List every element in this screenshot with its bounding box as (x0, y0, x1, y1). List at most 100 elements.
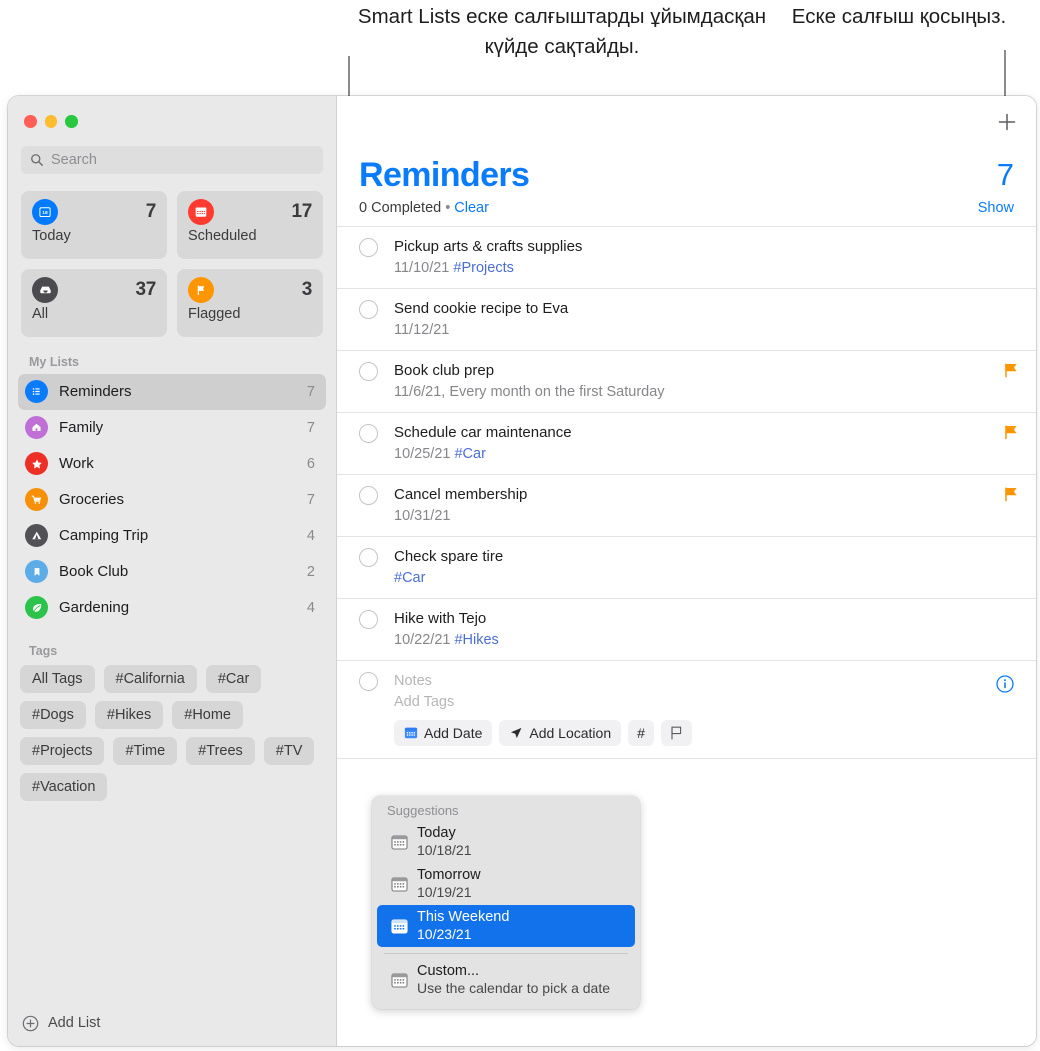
smart-list-all[interactable]: 37 All (21, 268, 167, 337)
reminder-date: 10/25/21 (394, 446, 451, 462)
reminder-checkbox[interactable] (359, 548, 378, 567)
sidebar-item-gardening[interactable]: Gardening 4 (18, 590, 326, 626)
calendar-icon (404, 727, 418, 739)
tag-chip-projects[interactable]: #Projects (20, 736, 105, 765)
reminder-meta: 11/12/21 (394, 320, 1018, 340)
bookmark-icon (25, 560, 48, 583)
sidebar-item-reminders[interactable]: Reminders 7 (18, 373, 326, 410)
reminder-checkbox[interactable] (359, 300, 378, 319)
suggestion-item-this-weekend[interactable]: This Weekend 10/23/21 (377, 905, 635, 947)
reminder-meta: #Car (394, 568, 1018, 588)
table-row[interactable]: Hike with Tejo 10/22/21 #Hikes (337, 599, 1036, 661)
table-row[interactable]: Book club prep 11/6/21, Every month on t… (337, 351, 1036, 413)
reminder-tag[interactable]: #Hikes (454, 632, 498, 648)
flag-button[interactable] (660, 720, 692, 746)
tag-chip-time[interactable]: #Time (113, 736, 178, 765)
reminder-checkbox[interactable] (359, 486, 378, 505)
table-row[interactable]: Pickup arts & crafts supplies 11/10/21 #… (337, 227, 1036, 289)
reminder-tag[interactable]: #Car (454, 446, 485, 462)
hash-icon: # (637, 725, 645, 741)
reminder-tag[interactable]: #Car (394, 570, 425, 586)
reminder-meta: 10/31/21 (394, 506, 1005, 526)
table-row[interactable]: Check spare tire #Car (337, 537, 1036, 599)
tag-chip-vacation[interactable]: #Vacation (20, 772, 108, 801)
smart-list-scheduled[interactable]: 17 Scheduled (177, 190, 323, 259)
list-subheader: 0 Completed • Clear Show (337, 194, 1036, 216)
reminder-checkbox[interactable] (359, 610, 378, 629)
sidebar-item-groceries[interactable]: Groceries 7 (18, 482, 326, 518)
notes-input[interactable]: Notes (394, 671, 1018, 692)
reminder-title: Book club prep (394, 362, 495, 379)
smart-list-today[interactable]: 18 7 Today (21, 190, 167, 259)
tag-chip-tv[interactable]: #TV (263, 736, 315, 765)
clear-completed-link[interactable]: Clear (454, 200, 489, 216)
info-circle-icon[interactable] (996, 675, 1014, 693)
smart-list-label: All (32, 305, 49, 322)
sidebar-item-count: 7 (306, 383, 315, 400)
add-location-label: Add Location (529, 725, 612, 741)
sidebar-item-count: 7 (306, 419, 315, 436)
add-list-button[interactable]: Add List (8, 1000, 336, 1046)
suggestion-item-tomorrow[interactable]: Tomorrow 10/19/21 (377, 863, 635, 905)
sidebar-item-camping-trip[interactable]: Camping Trip 4 (18, 518, 326, 554)
sidebar-item-work[interactable]: Work 6 (18, 446, 326, 482)
tag-chip-hikes[interactable]: #Hikes (94, 700, 164, 729)
tag-chip-california[interactable]: #California (103, 664, 197, 693)
cart-icon (25, 488, 48, 511)
reminder-title: Send cookie recipe to Eva (394, 300, 569, 317)
reminder-checkbox[interactable] (359, 238, 378, 257)
tag-chip-trees[interactable]: #Trees (186, 736, 255, 765)
list-header: Reminders 7 (337, 96, 1036, 194)
completed-status: 0 Completed • Clear (359, 200, 489, 216)
tags-container: All Tags #California #Car #Dogs #Hikes #… (8, 664, 336, 801)
add-location-button[interactable]: Add Location (499, 720, 622, 746)
suggestion-label: Today (417, 825, 456, 841)
completed-count-text: 0 Completed (359, 200, 442, 216)
add-tags-input[interactable]: Add Tags (394, 692, 1018, 713)
tags-heading: Tags (29, 643, 58, 658)
reminder-tag[interactable]: #Projects (453, 260, 513, 276)
close-button[interactable] (24, 115, 37, 128)
tent-icon (25, 524, 48, 547)
tag-chip-car[interactable]: #Car (205, 664, 262, 693)
reminder-checkbox[interactable] (359, 424, 378, 443)
reminder-checkbox[interactable] (359, 362, 378, 381)
tag-chip-dogs[interactable]: #Dogs (20, 700, 86, 729)
my-lists-heading: My Lists (29, 354, 80, 369)
table-row[interactable]: Cancel membership 10/31/21 (337, 475, 1036, 537)
suggestion-item-today[interactable]: Today 10/18/21 (377, 821, 635, 863)
sidebar-item-label: Camping Trip (59, 527, 149, 544)
tag-chip-home[interactable]: #Home (172, 700, 243, 729)
search-input[interactable]: Search (21, 145, 323, 174)
calendar-icon (188, 198, 214, 225)
smart-list-flagged[interactable]: 3 Flagged (177, 268, 323, 337)
sidebar-item-family[interactable]: Family 7 (18, 410, 326, 446)
add-tag-button[interactable]: # (628, 720, 654, 746)
add-reminder-button[interactable] (995, 110, 1019, 134)
sidebar-item-label: Groceries (59, 491, 125, 508)
leaf-icon (25, 596, 48, 619)
suggestion-date: 10/23/21 (417, 926, 472, 942)
reminder-date: 11/10/21 (394, 260, 450, 276)
leader-line-add-reminder (1004, 50, 1006, 102)
add-date-button[interactable]: Add Date (394, 720, 493, 746)
calendar-day-icon: 18 (32, 198, 58, 225)
smart-list-label: Scheduled (188, 227, 257, 244)
zoom-button[interactable] (65, 115, 78, 128)
suggestion-item-custom[interactable]: Custom... Use the calendar to pick a dat… (377, 959, 635, 1001)
table-row[interactable]: Schedule car maintenance 10/25/21 #Car (337, 413, 1036, 475)
smart-list-count: 17 (291, 200, 312, 222)
sidebar-item-book-club[interactable]: Book Club 2 (18, 554, 326, 590)
minimize-button[interactable] (44, 115, 57, 128)
reminder-date: 10/22/21 (394, 632, 451, 648)
table-row[interactable]: Send cookie recipe to Eva 11/12/21 (337, 289, 1036, 351)
reminder-title: Schedule car maintenance (394, 424, 572, 441)
sidebar-item-label: Reminders (59, 383, 132, 400)
smart-lists-grid: 18 7 Today 17 Scheduled 37 All 3 Flagged (21, 190, 323, 337)
show-completed-link[interactable]: Show (978, 200, 1014, 216)
reminder-checkbox[interactable] (359, 672, 378, 691)
new-reminder-row[interactable]: Notes Add Tags Add Date Add Location # (337, 661, 1036, 759)
tag-chip-all-tags[interactable]: All Tags (20, 664, 95, 693)
window-controls (8, 96, 336, 128)
flag-icon (1005, 425, 1017, 440)
